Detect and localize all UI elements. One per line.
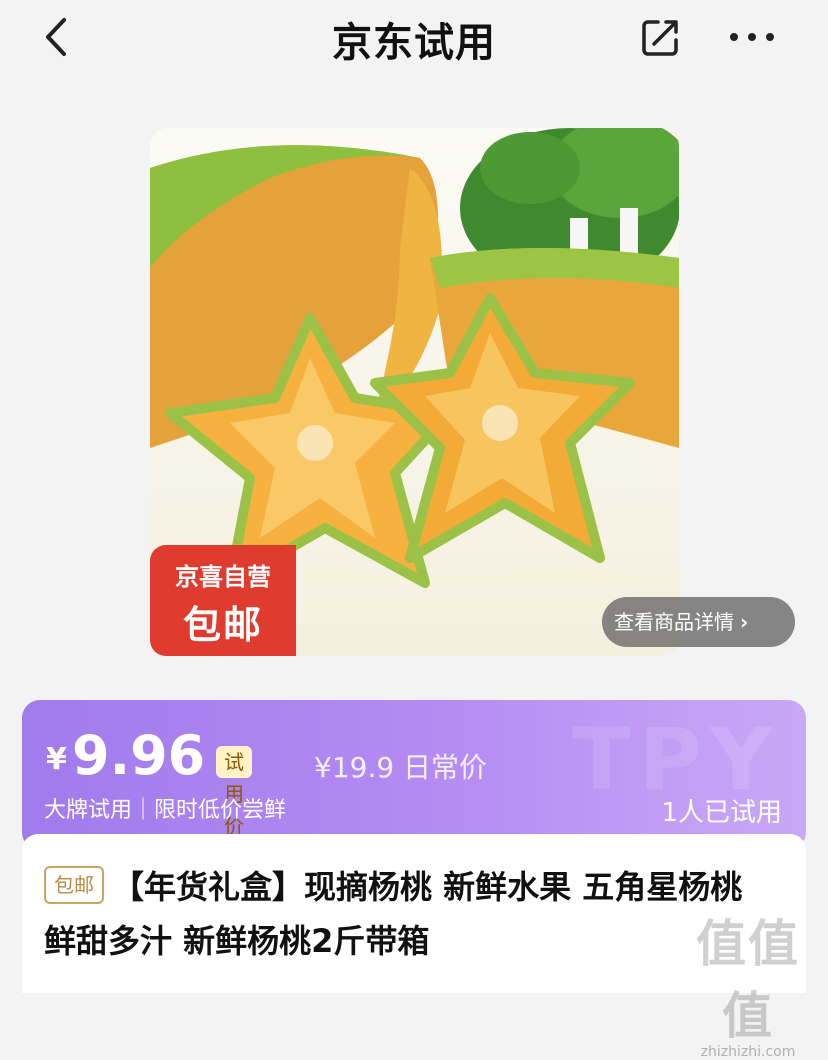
chevron-right-icon: › xyxy=(740,610,749,634)
view-detail-button[interactable]: 查看商品详情 › xyxy=(602,597,795,647)
site-watermark: 值值值 zhizhizhi.com xyxy=(678,904,818,1060)
trial-price: 9.96 xyxy=(72,724,206,787)
badge-store-label: 京喜自营 xyxy=(175,563,271,591)
view-detail-label: 查看商品详情 xyxy=(614,610,734,634)
price-card: TPY ¥ 9.96 试用价 ¥19.9 日常价 大牌试用｜限时低价尝鲜 1人已… xyxy=(22,700,806,850)
share-button[interactable] xyxy=(638,16,682,60)
trial-count: 1人已试用 xyxy=(661,798,782,828)
promo-badge: 京喜自营 包邮 xyxy=(150,545,296,656)
badge-free-shipping: 包邮 xyxy=(182,603,263,647)
share-icon xyxy=(642,20,678,56)
page-title: 京东试用 xyxy=(332,20,496,66)
shipping-tag: 包邮 xyxy=(44,866,104,904)
currency-symbol: ¥ xyxy=(46,742,67,777)
product-title: 【年货礼盒】现摘杨桃 新鲜水果 五角星杨桃 鲜甜多汁 新鲜杨桃2斤带箱 xyxy=(44,868,743,960)
watermark-glyph: 值值值 xyxy=(696,915,800,1045)
trial-slogan: 大牌试用｜限时低价尝鲜 xyxy=(44,798,287,823)
product-title-block: 包邮 【年货礼盒】现摘杨桃 新鲜水果 五角星杨桃 鲜甜多汁 新鲜杨桃2斤带箱 xyxy=(44,860,784,968)
more-icon xyxy=(730,33,774,41)
navigation-bar: 京东试用 xyxy=(0,0,828,80)
watermark-url: zhizhizhi.com xyxy=(700,1044,796,1060)
original-price: ¥19.9 日常价 xyxy=(314,751,488,784)
trial-price-tag: 试用价 xyxy=(216,746,252,838)
more-button[interactable] xyxy=(728,26,776,48)
